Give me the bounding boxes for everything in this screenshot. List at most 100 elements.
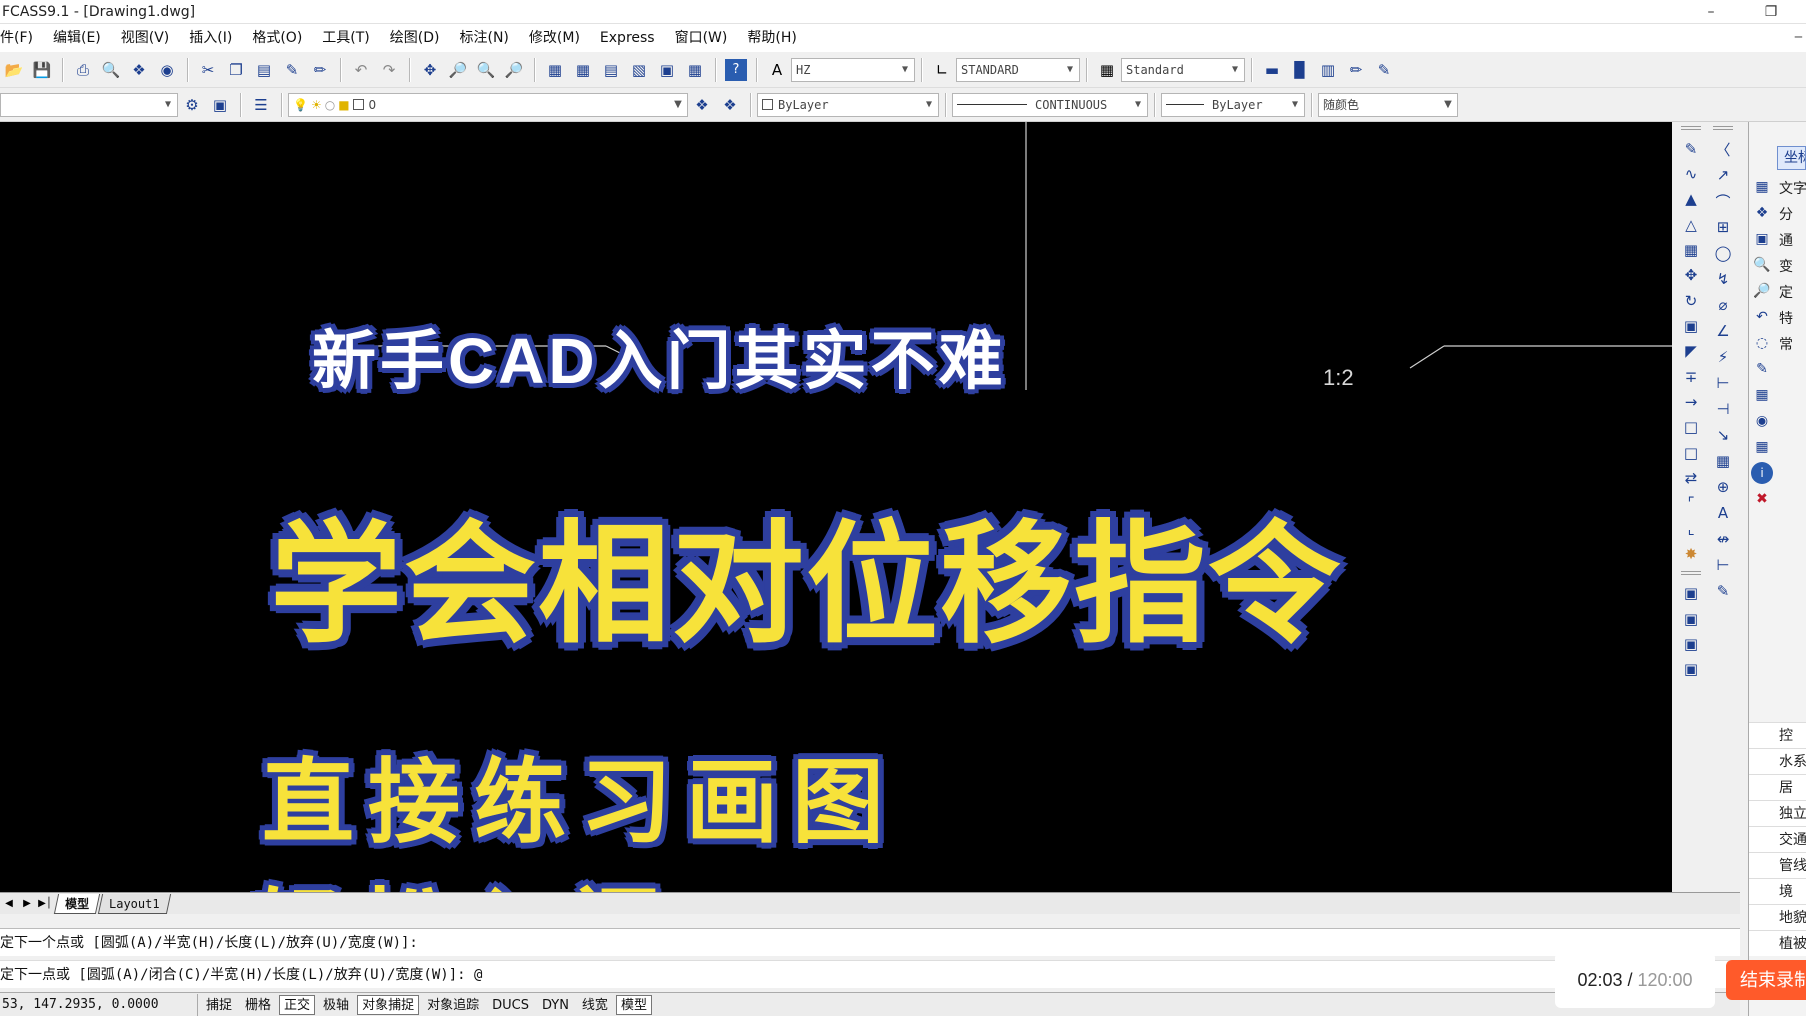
- status-snap-button[interactable]: 捕捉: [201, 995, 237, 1015]
- cass-tool-icon[interactable]: ✎: [1751, 358, 1773, 380]
- dim-text-edit-icon[interactable]: ↮: [1712, 528, 1734, 550]
- command-input-line[interactable]: 定下一点或 [圆弧(A)/闭合(C)/半宽(H)/长度(L)/放弃(U)/宽度(…: [0, 960, 1740, 988]
- cass-tool-icon[interactable]: 🔎: [1751, 280, 1773, 302]
- menu-insert[interactable]: 插入(I): [179, 24, 242, 52]
- stop-recording-button[interactable]: 结束录制: [1726, 960, 1806, 1000]
- linetype-select[interactable]: CONTINUOUS ▼: [952, 92, 1148, 117]
- cass-category-item[interactable]: 独立: [1749, 800, 1806, 826]
- text-style-icon[interactable]: A: [766, 59, 788, 81]
- sheet-set-icon[interactable]: ▧: [628, 59, 650, 81]
- status-lineweight-button[interactable]: 线宽: [577, 995, 613, 1015]
- calculator-icon[interactable]: ▦: [684, 59, 706, 81]
- text-style-select[interactable]: HZ ▼: [791, 57, 915, 82]
- close-icon[interactable]: ✖: [1751, 488, 1773, 510]
- copy-icon[interactable]: ❐: [225, 59, 247, 81]
- info-icon[interactable]: i: [1751, 462, 1773, 484]
- quick-leader-icon[interactable]: ↘: [1712, 424, 1734, 446]
- cass-tool-5-icon[interactable]: ✎: [1373, 59, 1395, 81]
- cass-tool-4-icon[interactable]: ✏: [1345, 59, 1367, 81]
- menu-dimension[interactable]: 标注(N): [450, 24, 519, 52]
- toolbar-grip[interactable]: [1681, 126, 1701, 130]
- match-properties-icon[interactable]: ✎: [281, 59, 303, 81]
- design-center-icon[interactable]: ▦: [572, 59, 594, 81]
- restore-button[interactable]: ❐: [1756, 0, 1786, 24]
- zoom-window-icon[interactable]: 🔍: [475, 59, 497, 81]
- cut-icon[interactable]: ✂: [197, 59, 219, 81]
- cass-tool-icon[interactable]: ▦: [1751, 436, 1773, 458]
- cass-category-item[interactable]: 交通: [1749, 826, 1806, 852]
- cass-tool-1-icon[interactable]: ▬: [1261, 59, 1283, 81]
- table-style-select[interactable]: Standard ▼: [1121, 57, 1245, 82]
- break-point-icon[interactable]: □: [1680, 417, 1702, 438]
- status-polar-button[interactable]: 极轴: [318, 995, 354, 1015]
- cass-tool-2-icon[interactable]: ▉: [1289, 59, 1311, 81]
- zoom-previous-icon[interactable]: 🔎: [503, 59, 525, 81]
- toolbar-grip[interactable]: [1681, 570, 1701, 575]
- jogged-dim-icon[interactable]: ↯: [1712, 268, 1734, 290]
- 3d-dwf-icon[interactable]: ◉: [156, 59, 178, 81]
- dim-style-icon[interactable]: ∟: [931, 59, 953, 81]
- menu-modify[interactable]: 修改(M): [519, 24, 590, 52]
- zoom-realtime-icon[interactable]: 🔎: [447, 59, 469, 81]
- array-icon[interactable]: ▦: [1680, 239, 1702, 260]
- layer-manager-icon[interactable]: ☰: [250, 94, 272, 116]
- menu-view[interactable]: 视图(V): [111, 24, 180, 52]
- ordinate-dim-icon[interactable]: ⊞: [1712, 216, 1734, 238]
- cass-category-item[interactable]: 居: [1749, 774, 1806, 800]
- cass-tool-icon[interactable]: ▦: [1751, 176, 1773, 198]
- draworder-back-icon[interactable]: ▣: [1680, 608, 1702, 629]
- block-editor-icon[interactable]: ✏: [309, 59, 331, 81]
- make-object-layer-current-icon[interactable]: ❖: [691, 94, 713, 116]
- plot-icon[interactable]: ⎙: [72, 59, 94, 81]
- markup-icon[interactable]: ▣: [656, 59, 678, 81]
- workspace-save-icon[interactable]: ▣: [209, 94, 231, 116]
- cass-tool-icon[interactable]: ↶: [1751, 306, 1773, 328]
- plotstyle-select[interactable]: 随颜色 ▼: [1318, 92, 1458, 117]
- menu-draw[interactable]: 绘图(D): [380, 24, 450, 52]
- status-model-button[interactable]: 模型: [615, 994, 652, 1015]
- redo-icon[interactable]: ↷: [378, 59, 400, 81]
- cass-tool-3-icon[interactable]: ▥: [1317, 59, 1339, 81]
- move-icon[interactable]: ✥: [1680, 265, 1702, 286]
- tab-model[interactable]: 模型: [53, 893, 101, 914]
- menu-help[interactable]: 帮助(H): [737, 24, 806, 52]
- dim-edit-icon[interactable]: A: [1712, 502, 1734, 524]
- lineweight-select[interactable]: ByLayer ▼: [1161, 92, 1305, 117]
- cass-category-item[interactable]: 控: [1749, 722, 1806, 748]
- dim-update-icon[interactable]: ⊢: [1712, 554, 1734, 576]
- continue-dim-icon[interactable]: ⊣: [1712, 398, 1734, 420]
- workspace-select[interactable]: ▼: [0, 92, 178, 117]
- pan-icon[interactable]: ✥: [419, 59, 441, 81]
- status-otrack-button[interactable]: 对象追踪: [422, 995, 484, 1015]
- status-ducs-button[interactable]: DUCS: [487, 995, 534, 1015]
- fillet-icon[interactable]: ⌞: [1680, 518, 1702, 539]
- tool-palettes-icon[interactable]: ▤: [600, 59, 622, 81]
- copy-object-icon[interactable]: ∿: [1680, 163, 1702, 184]
- tab-layout1[interactable]: Layout1: [97, 893, 171, 914]
- cass-category-item[interactable]: 地貌: [1749, 904, 1806, 930]
- offset-icon[interactable]: △: [1680, 214, 1702, 235]
- draworder-under-icon[interactable]: ▣: [1680, 659, 1702, 680]
- quick-dim-icon[interactable]: ⚡: [1712, 346, 1734, 368]
- minimize-button[interactable]: –: [1696, 0, 1726, 24]
- plot-preview-icon[interactable]: 🔍: [100, 59, 122, 81]
- chamfer-icon[interactable]: ⌜: [1680, 493, 1702, 514]
- cass-tool-icon[interactable]: ◉: [1751, 410, 1773, 432]
- dim-style-select[interactable]: STANDARD ▼: [956, 57, 1080, 82]
- workspace-settings-icon[interactable]: ⚙: [181, 94, 203, 116]
- prev-tab-icon[interactable]: ▶: [18, 895, 36, 913]
- first-tab-icon[interactable]: ◀: [0, 895, 18, 913]
- status-ortho-button[interactable]: 正交: [279, 994, 316, 1015]
- properties-icon[interactable]: ▦: [544, 59, 566, 81]
- arc-length-icon[interactable]: ⌒: [1712, 190, 1734, 212]
- undo-icon[interactable]: ↶: [350, 59, 372, 81]
- save-icon[interactable]: 💾: [31, 59, 53, 81]
- cass-tool-icon[interactable]: ▣: [1751, 228, 1773, 250]
- layer-select[interactable]: 💡 ☀ ○ ■ 0 ▼: [288, 92, 688, 117]
- erase-icon[interactable]: ✎: [1680, 138, 1702, 159]
- menu-edit[interactable]: 编辑(E): [43, 24, 111, 52]
- cass-category-item[interactable]: 水系: [1749, 748, 1806, 774]
- menu-express[interactable]: Express: [590, 24, 665, 52]
- join-icon[interactable]: ⇄: [1680, 467, 1702, 488]
- status-dyn-button[interactable]: DYN: [537, 995, 574, 1015]
